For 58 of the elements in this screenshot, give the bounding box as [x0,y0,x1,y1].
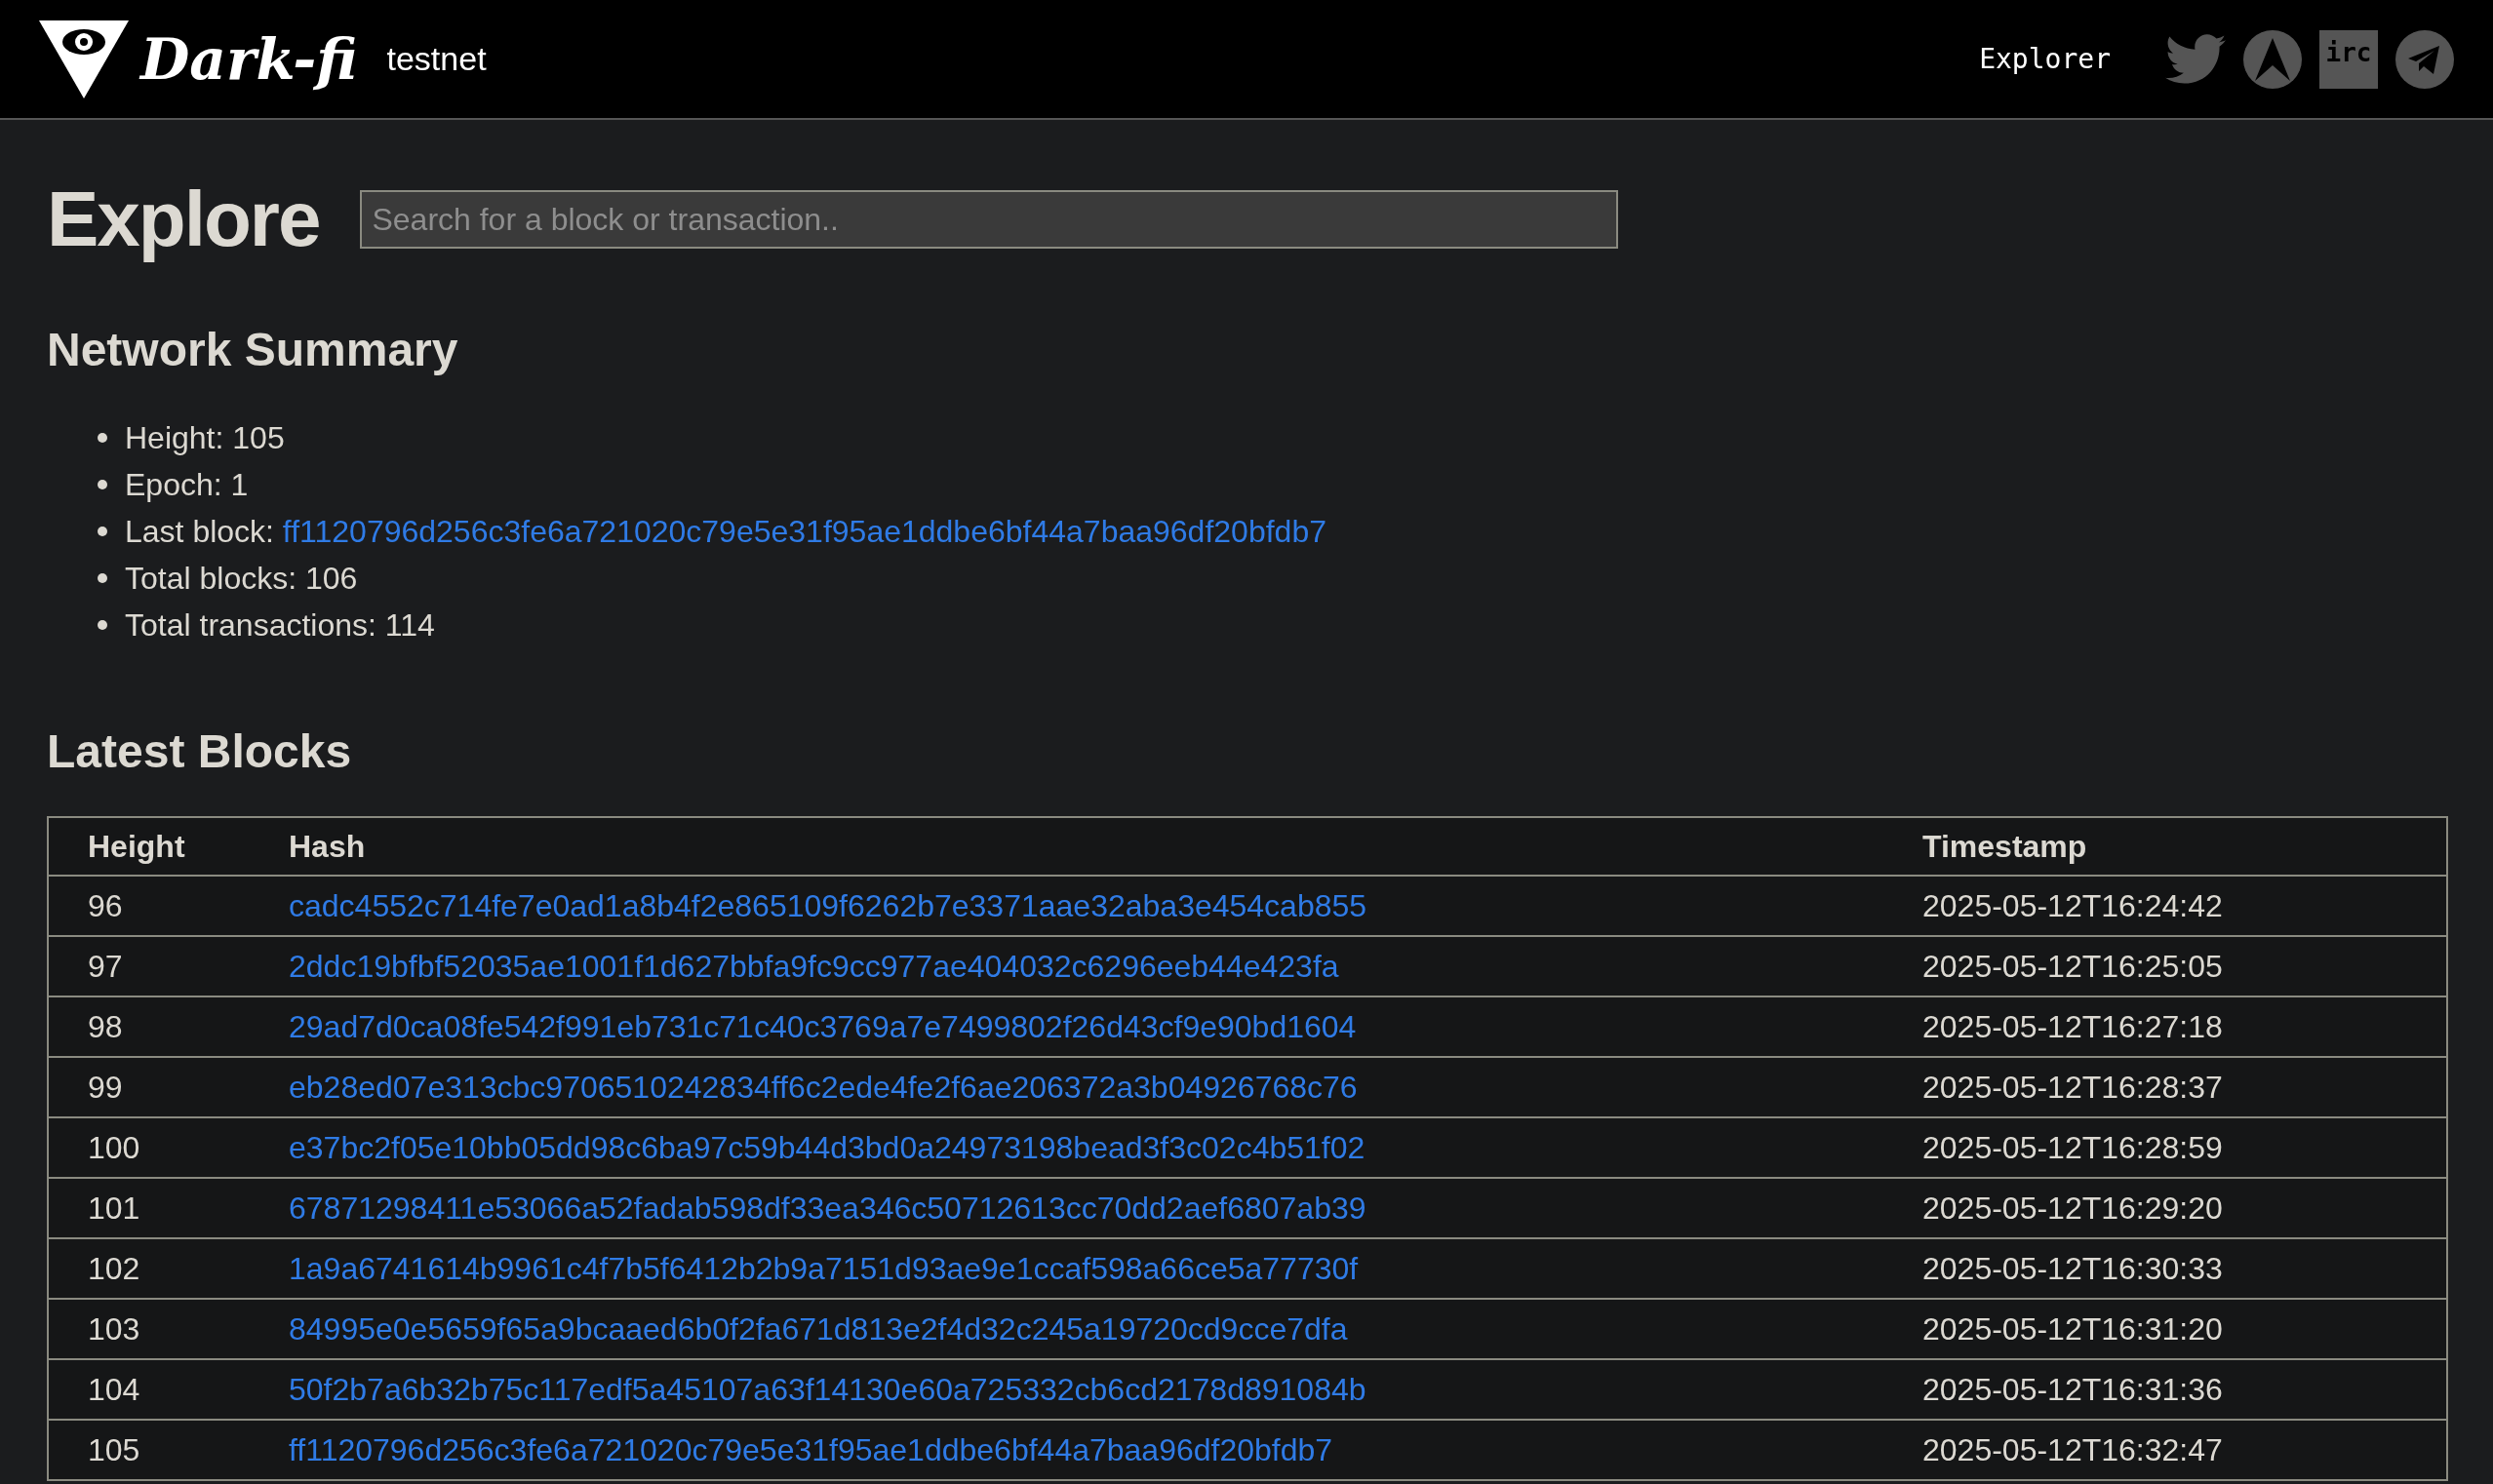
block-hash-link[interactable]: ff1120796d256c3fe6a721020c79e5e31f95ae1ddbe6bf44a7baa96df20bfdb7 [282,508,1326,555]
bird-icon[interactable] [2165,33,2226,85]
summary-value: 105 [232,419,285,457]
arrow-circle-icon[interactable] [2243,29,2302,89]
block-hash-link[interactable]: 84995e0e5659f65a9bcaaed6b0f2fa671d813e2f4d32c245a19720cd9cce7dfa [289,1311,1348,1347]
irc-icon[interactable]: irc [2319,29,2378,89]
timestamp-cell: 2025-05-12T16:29:20 [1922,1178,2447,1238]
bullet-icon [98,480,107,489]
height-cell: 96 [48,876,289,936]
timestamp-cell: 2025-05-12T16:32:47 [1922,1420,2447,1480]
section-heading: Latest Blocks [47,724,353,779]
height-cell: 98 [48,996,289,1057]
timestamp-cell: 2025-05-12T16:24:42 [1922,876,2447,936]
height-cell: 100 [48,1117,289,1178]
summary-value: 1 [230,466,249,504]
eye-triangle-logo-icon[interactable] [39,20,129,98]
bullet-icon [98,573,107,583]
summary-value: 114 [384,606,435,644]
block-hash-link[interactable]: 50f2b7a6b32b75c117edf5a45107a63f14130e60a725332cb6cd2178d891084b [289,1372,1366,1407]
bullet-icon [98,433,107,443]
height-cell: 99 [48,1057,289,1117]
block-hash-link[interactable]: 1a9a6741614b9961c4f7b5f6412b2b9a7151d93ae9e1ccaf598a66ce5a77730f [289,1251,1359,1286]
explorer-nav-link[interactable]: Explorer [1979,38,2111,80]
search-field[interactable]: Search for a block or transaction.. [360,190,1619,249]
block-hash-link[interactable]: e37bc2f05e10bb05dd98c6ba97c59b44d3bd0a24973198bead3f3c02c4b51f02 [289,1130,1365,1165]
timestamp-cell: 2025-05-12T16:28:59 [1922,1117,2447,1178]
timestamp-cell: 2025-05-12T16:31:20 [1922,1299,2447,1359]
paper-plane-icon[interactable] [2395,29,2454,89]
block-hash-link[interactable]: eb28ed07e313cbc9706510242834ff6c2ede4fe2f6ae206372a3b04926768c76 [289,1070,1358,1105]
summary-label: Height: [125,419,225,457]
height-cell: 103 [48,1299,289,1359]
timestamp-cell: 2025-05-12T16:31:36 [1922,1359,2447,1420]
bullet-icon [98,527,107,536]
timestamp-cell: 2025-05-12T16:27:18 [1922,996,2447,1057]
height-cell: 104 [48,1359,289,1420]
bullet-icon [98,620,107,630]
block-hash-link[interactable]: 67871298411e53066a52fadab598df33ea346c50712613cc70dd2aef6807ab39 [289,1191,1366,1226]
block-hash-link[interactable]: ff1120796d256c3fe6a721020c79e5e31f95ae1ddbe6bf44a7baa96df20bfdb7 [289,1432,1333,1467]
block-hash-link[interactable]: cadc4552c714fe7e0ad1a8b4f2e865109f6262b7e3371aae32aba3e454cab855 [289,888,1367,923]
timestamp-cell: 2025-05-12T16:28:37 [1922,1057,2447,1117]
column-header: Timestamp [1922,817,2447,876]
summary-label: Last block: [125,513,275,551]
network-label: testnet [386,39,487,79]
block-hash-link[interactable]: 29ad7d0ca08fe542f991eb731c71c40c3769a7e7499802f26d43cf9e90bd1604 [289,1009,1357,1044]
section-heading: Network Summary [47,323,459,377]
column-header: Height [48,817,289,876]
height-cell: 105 [48,1420,289,1480]
height-cell: 102 [48,1238,289,1299]
block-hash-link[interactable]: 2ddc19bfbf52035ae1001f1d627bbfa9fc9cc977ae404032c6296eeb44e423fa [289,949,1339,984]
timestamp-cell: 2025-05-12T16:25:05 [1922,936,2447,996]
column-header: Hash [289,817,1922,876]
summary-value: 106 [304,560,358,598]
summary-label: Epoch: [125,466,223,504]
height-cell: 101 [48,1178,289,1238]
height-cell: 97 [48,936,289,996]
timestamp-cell: 2025-05-12T16:30:33 [1922,1238,2447,1299]
summary-label: Total blocks: [125,560,298,598]
summary-label: Total transactions: [125,606,377,644]
